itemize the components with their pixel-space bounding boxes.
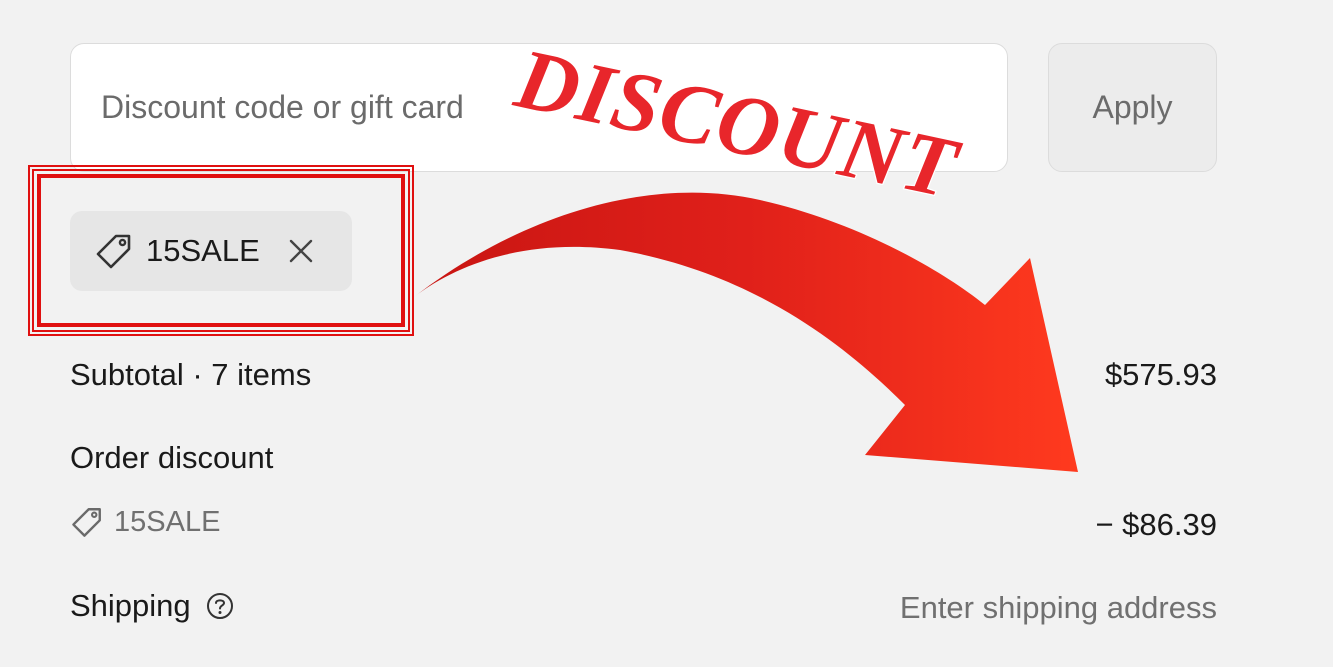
order-discount-code-label: 15SALE <box>114 505 221 538</box>
applied-discount-chip: 15SALE <box>70 211 352 291</box>
shipping-label: Shipping <box>70 588 191 623</box>
discount-code-input[interactable] <box>70 43 1008 172</box>
order-discount-label: Order discount <box>70 440 274 475</box>
shipping-value: Enter shipping address <box>899 590 1217 625</box>
tag-icon <box>72 508 101 537</box>
order-discount-value: − $86.39 <box>1095 507 1217 542</box>
applied-code-label: 15SALE <box>146 233 260 268</box>
order-discount-code: 15SALE <box>70 505 220 539</box>
remove-code-button[interactable] <box>286 236 316 266</box>
shipping-row: Shipping <box>70 588 235 624</box>
tag-icon <box>96 234 131 269</box>
curved-arrow-icon <box>414 192 1078 473</box>
subtotal-label: Subtotal · 7 items <box>70 357 312 392</box>
help-icon[interactable] <box>205 591 235 621</box>
subtotal-value: $575.93 <box>1104 357 1217 392</box>
close-icon <box>289 239 312 263</box>
apply-button[interactable]: Apply <box>1048 43 1217 172</box>
